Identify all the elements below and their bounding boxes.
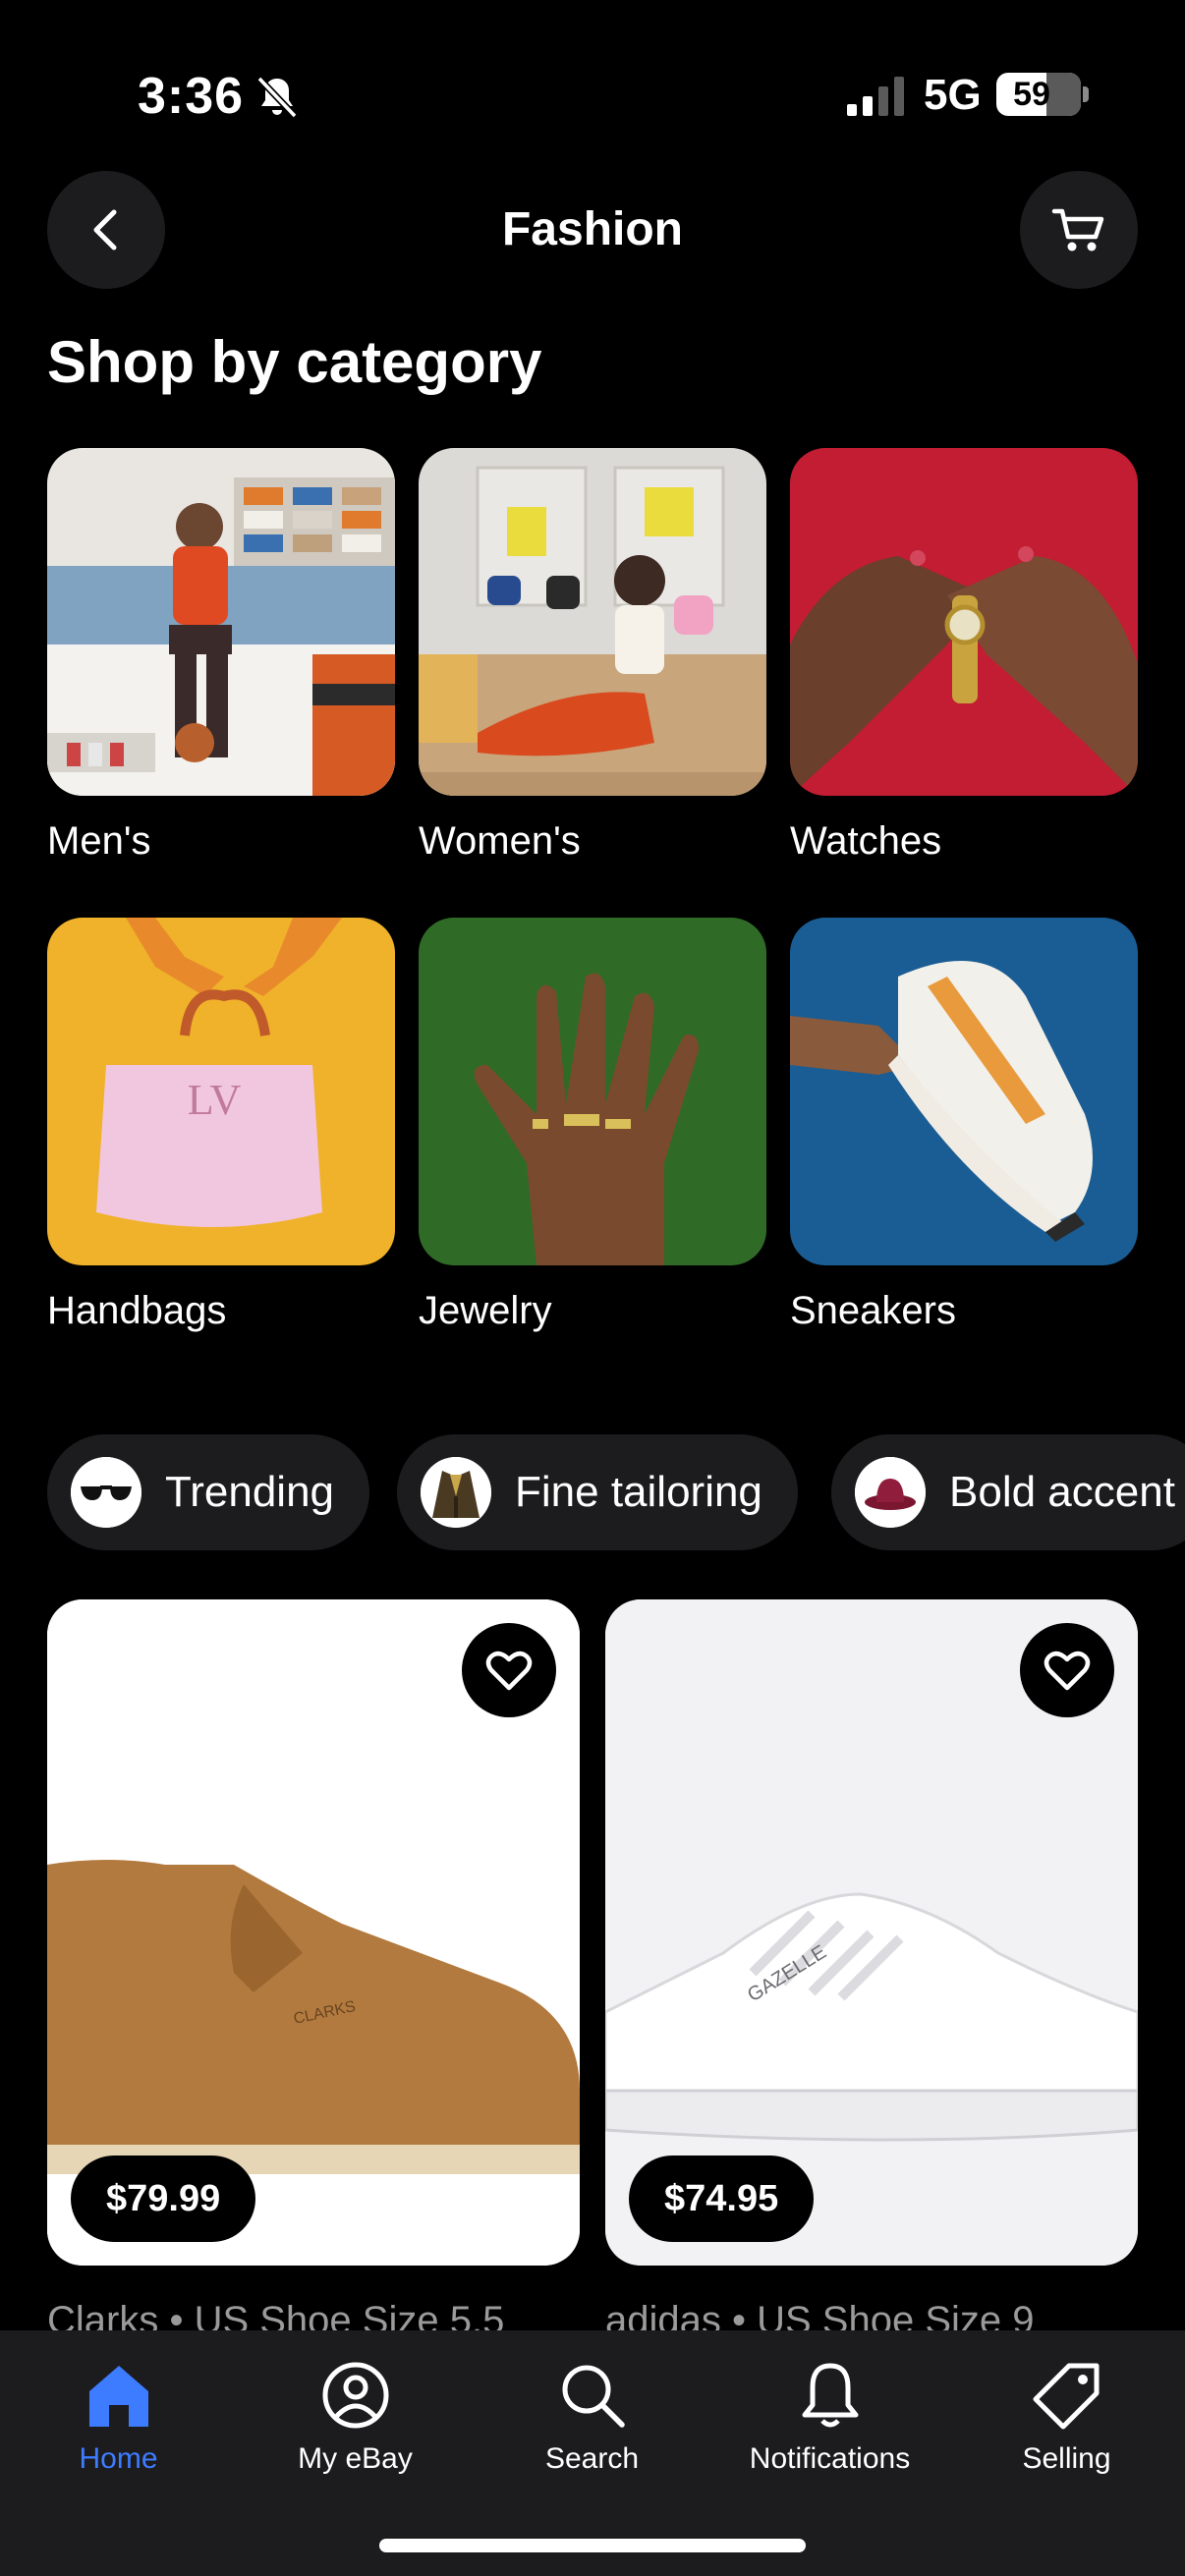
tab-label: Search [544,2442,640,2475]
chip-bold-accent[interactable]: Bold accent [831,1434,1185,1550]
svg-text:LV: LV [188,1076,242,1124]
product-card[interactable]: CLARKS $79.99 [47,1599,580,2266]
category-label-mens: Men's [47,819,151,863]
section-title: Shop by category [47,329,542,395]
chip-trending[interactable]: Trending [47,1434,370,1550]
tab-label: Notifications [749,2442,911,2475]
watch-heart-button[interactable] [462,1623,556,1717]
category-tile-sneakers[interactable] [790,918,1138,1265]
category-label-jewelry: Jewelry [419,1289,552,1332]
category-tile-jewelry[interactable] [419,918,766,1265]
category-label-handbags: Handbags [47,1289,227,1332]
battery-tip [1083,86,1089,102]
tab-notifications[interactable]: Notifications [711,2330,948,2497]
tab-my-ebay[interactable]: My eBay [237,2330,474,2497]
category-label-sneakers: Sneakers [790,1289,956,1332]
home-indicator[interactable] [379,2539,806,2552]
page-title: Fashion [501,203,683,255]
bell-off-icon [256,76,298,119]
chip-label: Bold accent [949,1468,1175,1516]
chip-label: Fine tailoring [515,1468,762,1516]
handbags-category-image: LV [47,918,395,1265]
mens-category-image [47,448,395,796]
network-type: 5G [924,71,982,119]
status-time: 3:36 [138,68,245,125]
user-icon [322,2362,388,2429]
tab-label: Home [79,2442,158,2475]
tab-label: My eBay [298,2442,413,2475]
chip-fine-tailoring[interactable]: Fine tailoring [397,1434,798,1550]
tab-selling[interactable]: Selling [948,2330,1185,2497]
category-label-womens: Women's [419,819,581,863]
chip-label: Trending [165,1468,335,1516]
tab-home[interactable]: Home [0,2330,237,2497]
status-bar: 3:36 5G 59 [0,0,1185,177]
category-tile-watches[interactable] [790,448,1138,796]
heart-icon [1044,1651,1091,1691]
tag-icon [1033,2363,1099,2430]
bell-icon [802,2363,858,2428]
jewelry-category-image [419,918,766,1265]
category-tile-handbags[interactable]: LV [47,918,395,1265]
category-tile-womens[interactable] [419,448,766,796]
battery-icon: 59 [996,73,1081,116]
watches-category-image [790,448,1138,796]
battery-percent: 59 [1013,76,1050,113]
hat-icon [855,1457,926,1528]
tab-label: Selling [1022,2442,1111,2475]
chip-row: Trending Fine tailoring Bold accent [47,1434,1185,1550]
category-tile-mens[interactable] [47,448,395,796]
cart-icon [1051,208,1104,252]
tab-search[interactable]: Search [474,2330,710,2497]
home-icon [88,2366,148,2427]
jacket-icon [421,1457,491,1528]
sunglasses-icon [71,1457,141,1528]
price-badge: $79.99 [71,2156,256,2242]
cart-button[interactable] [1020,171,1138,289]
watch-heart-button[interactable] [1020,1623,1114,1717]
heart-icon [485,1651,533,1691]
product-card[interactable]: GAZELLE $74.95 [605,1599,1138,2266]
price-badge: $74.95 [629,2156,815,2242]
search-icon [562,2365,625,2428]
cellular-signal-icon [847,77,904,116]
womens-category-image [419,448,766,796]
sneakers-category-image [790,918,1138,1265]
category-label-watches: Watches [790,819,942,863]
